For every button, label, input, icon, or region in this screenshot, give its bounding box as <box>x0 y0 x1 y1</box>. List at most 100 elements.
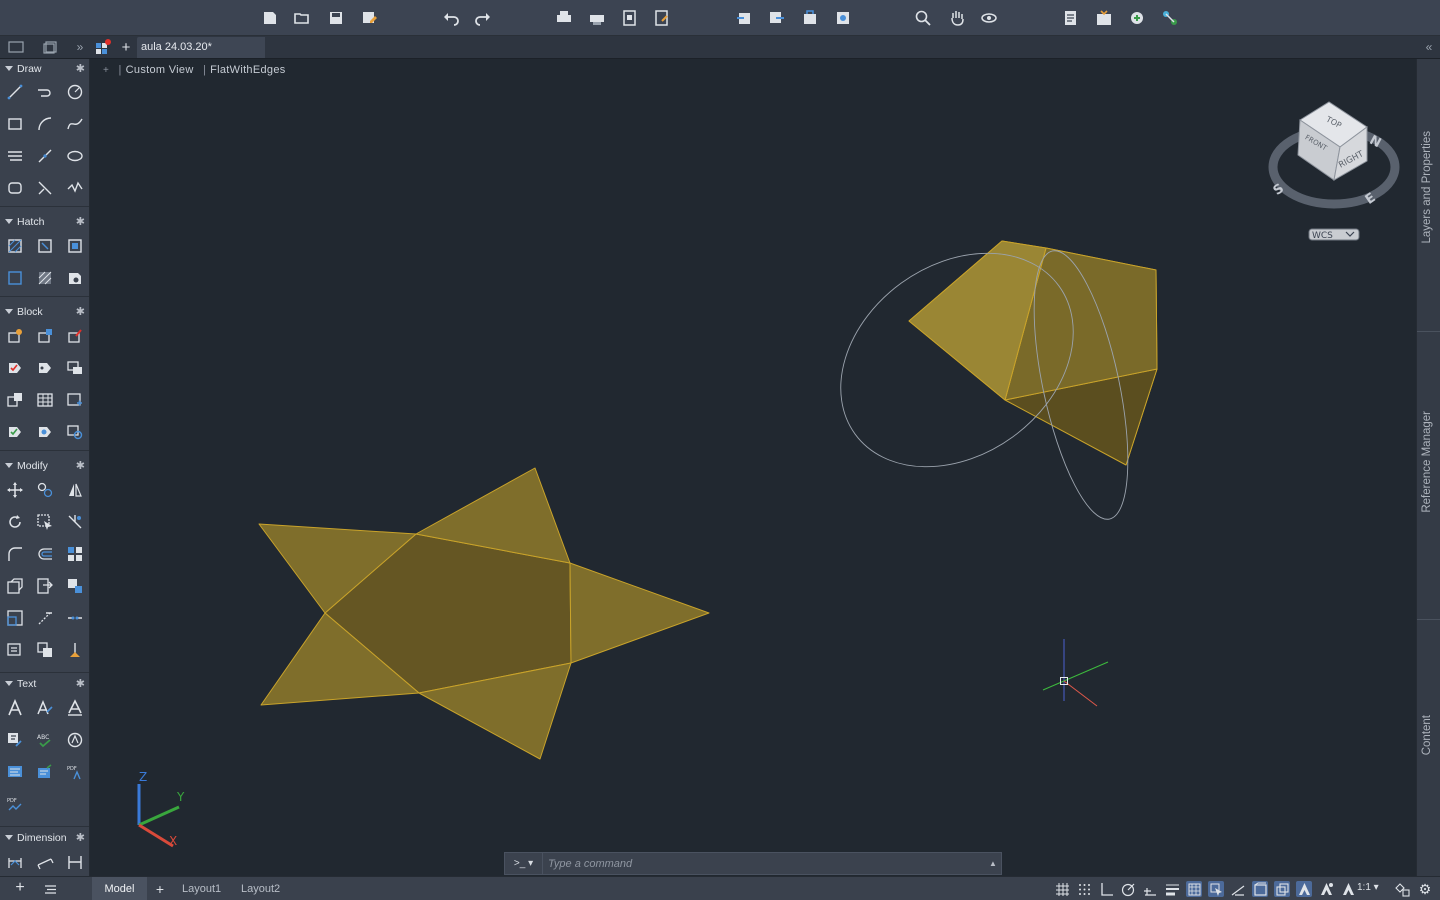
copy-tool-icon[interactable] <box>34 479 56 501</box>
extend-tool-icon[interactable] <box>34 607 56 629</box>
define-attribute-icon[interactable] <box>4 357 26 379</box>
gear-icon[interactable]: ✱ <box>76 62 85 75</box>
join-tool-icon[interactable] <box>4 639 26 661</box>
create-block-icon[interactable] <box>34 325 56 347</box>
line-tool-icon[interactable] <box>4 81 26 103</box>
offset-tool-icon[interactable] <box>34 543 56 565</box>
section-dimension[interactable]: Dimension ✱ <box>0 830 89 846</box>
chamfer-tool-icon[interactable] <box>4 575 26 597</box>
section-hatch[interactable]: Hatch ✱ <box>0 214 89 230</box>
insert-reference-icon[interactable] <box>64 389 86 411</box>
array-tool-icon[interactable] <box>64 543 86 565</box>
gear-icon[interactable]: ✱ <box>76 215 85 228</box>
scale-select-tool-icon[interactable] <box>34 511 56 533</box>
gear-icon[interactable]: ✱ <box>76 459 85 472</box>
mirror-tool-icon[interactable] <box>64 479 86 501</box>
section-modify[interactable]: Modify ✱ <box>0 458 89 474</box>
find-text-icon[interactable] <box>64 729 86 751</box>
revcloud-tool-icon[interactable] <box>64 177 86 199</box>
autodesk-app-icon[interactable] <box>1127 8 1147 28</box>
batch-plot-icon[interactable] <box>587 8 607 28</box>
hatch-lines-tool-icon[interactable] <box>4 145 26 167</box>
block-editor-icon[interactable] <box>64 325 86 347</box>
linear-dimension-icon[interactable] <box>64 851 86 873</box>
new-tab-icon[interactable]: + <box>118 39 134 56</box>
text-align-icon[interactable] <box>4 761 26 783</box>
section-draw[interactable]: Draw ✱ <box>0 61 89 77</box>
properties-icon[interactable] <box>1061 8 1081 28</box>
hatch-edit-tool-icon[interactable] <box>4 267 26 289</box>
transparency-icon[interactable] <box>1186 881 1202 897</box>
dimension-tool-icon[interactable] <box>4 851 26 873</box>
save-icon[interactable] <box>326 8 346 28</box>
content-tab[interactable]: Content <box>1421 715 1433 755</box>
region-tool-icon[interactable] <box>4 177 26 199</box>
align-tool-icon[interactable] <box>64 639 86 661</box>
insert-block-icon[interactable] <box>4 325 26 347</box>
boundary-tool-icon[interactable] <box>64 235 86 257</box>
xline-tool-icon[interactable] <box>34 177 56 199</box>
model-space-canvas[interactable]: Z Y X N S E TOP FRONT RIGHT WCS <box>91 59 1416 876</box>
menu-lines-icon[interactable] <box>42 881 58 897</box>
command-history-toggle[interactable]: ▲ <box>985 859 1001 868</box>
workspace-icon[interactable] <box>1394 881 1410 897</box>
open-file-icon[interactable] <box>292 8 312 28</box>
reference-manager-tab[interactable]: Reference Manager <box>1421 411 1433 513</box>
pdf-text-import-icon[interactable]: PDF <box>64 761 86 783</box>
grid-icon[interactable] <box>1054 881 1070 897</box>
hatch-pattern-tool-icon[interactable] <box>34 267 56 289</box>
orbit-icon[interactable] <box>979 8 999 28</box>
dynamic-ucs-icon[interactable] <box>1252 881 1268 897</box>
wipeout-tool-icon[interactable] <box>64 267 86 289</box>
gradient-tool-icon[interactable] <box>34 235 56 257</box>
layers-properties-tab[interactable]: Layers and Properties <box>1421 131 1433 244</box>
selection-cycling-icon[interactable] <box>1208 881 1224 897</box>
selection-filter-icon[interactable] <box>1274 881 1290 897</box>
zoom-icon[interactable] <box>913 8 933 28</box>
command-prompt-icon[interactable]: >_ ▾ <box>505 853 543 874</box>
save-as-icon[interactable] <box>359 8 379 28</box>
new-file-icon[interactable] <box>260 8 280 28</box>
design-center-icon[interactable] <box>1094 8 1114 28</box>
tab-model[interactable]: Model <box>92 877 147 900</box>
ortho-icon[interactable] <box>1098 881 1114 897</box>
rotate-tool-icon[interactable] <box>4 511 26 533</box>
clip-reference-icon[interactable] <box>34 421 56 443</box>
edit-reference-icon[interactable] <box>64 421 86 443</box>
drawing-viewport[interactable]: + | Custom View | FlatWithEdges Z Y X N … <box>91 59 1416 876</box>
hatch-tool-icon[interactable] <box>4 235 26 257</box>
circle-tool-icon[interactable] <box>64 81 86 103</box>
trim-tool-icon[interactable] <box>64 511 86 533</box>
table-icon[interactable] <box>34 389 56 411</box>
lineweight-icon[interactable] <box>1164 881 1180 897</box>
manage-attributes-icon[interactable] <box>64 357 86 379</box>
app-menu-icon[interactable] <box>95 39 111 55</box>
gear-icon[interactable]: ✱ <box>76 677 85 690</box>
autoscale-icon[interactable] <box>1340 881 1356 897</box>
viewports-icon[interactable] <box>8 39 24 55</box>
sheet-set-icon[interactable] <box>43 39 59 55</box>
fillet-tool-icon[interactable] <box>4 543 26 565</box>
redo-icon[interactable] <box>473 8 493 28</box>
attach-xref-icon[interactable] <box>4 421 26 443</box>
3d-osnap-icon[interactable] <box>1230 881 1246 897</box>
share-icon[interactable] <box>800 8 820 28</box>
plot-icon[interactable] <box>554 8 574 28</box>
draworder-tool-icon[interactable] <box>34 639 56 661</box>
net-face-right[interactable] <box>569 562 710 664</box>
gear-icon[interactable]: ✱ <box>76 305 85 318</box>
pan-icon[interactable] <box>947 8 967 28</box>
ray-tool-icon[interactable] <box>34 145 56 167</box>
section-text[interactable]: Text ✱ <box>0 676 89 692</box>
viewcube[interactable]: N S E TOP FRONT RIGHT WCS <box>1268 101 1400 241</box>
tab-layout2[interactable]: Layout2 <box>233 877 288 900</box>
share-view-icon[interactable] <box>1160 8 1180 28</box>
publish-icon[interactable] <box>652 8 672 28</box>
undo-icon[interactable] <box>441 8 461 28</box>
break-tool-icon[interactable] <box>64 607 86 629</box>
collapse-right-icon[interactable]: « <box>1421 39 1437 55</box>
isodraft-icon[interactable] <box>1142 881 1158 897</box>
explode-tool-icon[interactable] <box>64 575 86 597</box>
pyramid-net[interactable] <box>258 467 710 760</box>
export-icon[interactable] <box>766 8 786 28</box>
